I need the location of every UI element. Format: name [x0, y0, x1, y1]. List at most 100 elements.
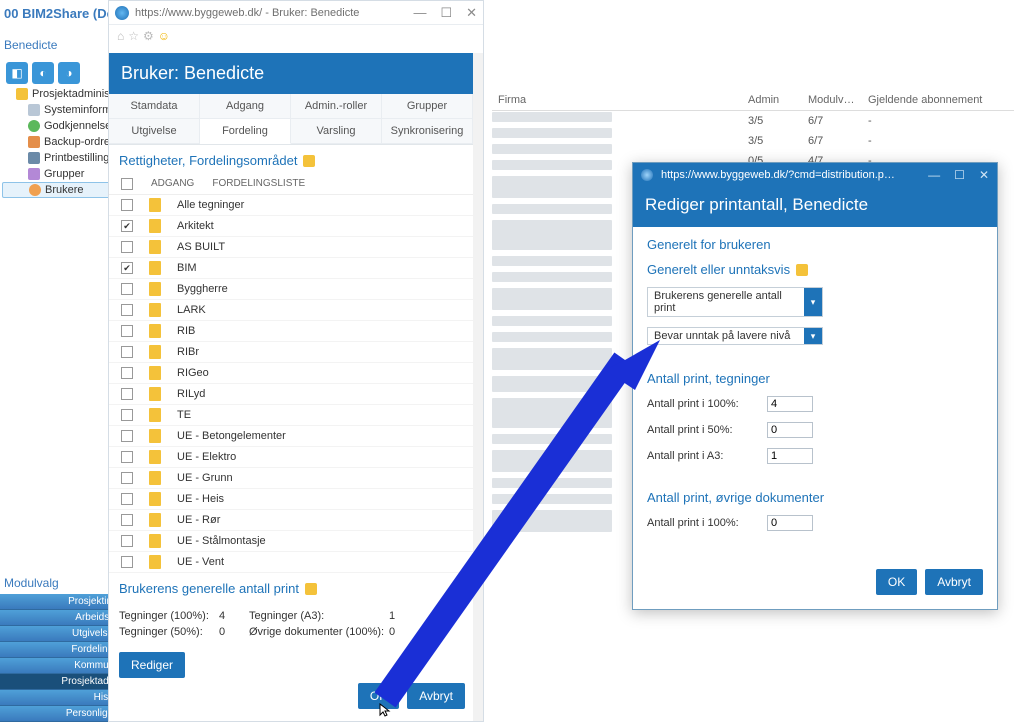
row-checkbox[interactable] [121, 535, 133, 547]
toolbar-btn-3[interactable]: ◑ [58, 62, 80, 84]
toolbar-btn-1[interactable]: ◧ [6, 62, 28, 84]
globe-icon [29, 184, 41, 196]
list-row[interactable]: UE - Betongelementer [109, 426, 473, 447]
chevron-down-icon[interactable]: ▾ [804, 288, 822, 316]
folder-icon [149, 324, 161, 338]
row-label: LARK [177, 304, 206, 316]
folder-icon [149, 387, 161, 401]
avbryt-button[interactable]: Avbryt [407, 683, 465, 709]
tab-adgang[interactable]: Adgang [200, 94, 291, 119]
input-ovr-100[interactable] [767, 515, 813, 531]
list-row[interactable]: UE - Vent [109, 552, 473, 573]
dialog-scrollbar[interactable] [473, 53, 483, 721]
help-icon[interactable] [796, 264, 808, 276]
list-row[interactable]: RIB [109, 321, 473, 342]
print-dialog-titlebar[interactable]: https://www.byggeweb.dk/?cmd=distributio… [633, 163, 997, 187]
header-checkbox[interactable] [121, 178, 133, 190]
dialog-titlebar[interactable]: https://www.byggeweb.dk/ - Bruker: Bened… [109, 1, 483, 25]
row-checkbox[interactable] [121, 304, 133, 316]
list-row[interactable]: UE - Stålmontasje [109, 531, 473, 552]
folder-icon [149, 471, 161, 485]
label-50: Antall print i 50%: [647, 424, 757, 436]
row-checkbox[interactable] [121, 388, 133, 400]
gear-small-icon[interactable]: ⚙ [143, 29, 154, 43]
minimize-icon[interactable]: — [928, 168, 940, 182]
row-checkbox[interactable] [121, 451, 133, 463]
star-icon[interactable]: ☆ [128, 29, 139, 43]
col-admin[interactable]: Admin [748, 94, 808, 106]
list-row[interactable]: LARK [109, 300, 473, 321]
list-row[interactable]: UE - Heis [109, 489, 473, 510]
input-a3[interactable] [767, 448, 813, 464]
tab-synkronisering[interactable]: Synkronisering [382, 119, 473, 144]
tab-varsling[interactable]: Varsling [291, 119, 382, 144]
row-checkbox[interactable] [121, 409, 133, 421]
list-row[interactable]: ✔ BIM [109, 258, 473, 279]
ie-icon [115, 6, 129, 20]
tab-utgivelse[interactable]: Utgivelse [109, 119, 200, 144]
row-checkbox[interactable] [121, 199, 133, 211]
chevron-down-icon[interactable]: ▾ [804, 328, 822, 344]
col-firma[interactable]: Firma [498, 94, 748, 106]
folder-icon [149, 513, 161, 527]
list-row[interactable]: UE - Rør [109, 510, 473, 531]
print-ok-button[interactable]: OK [876, 569, 917, 595]
list-header: ADGANG FORDELINGSLISTE [109, 174, 473, 195]
row-checkbox[interactable] [121, 430, 133, 442]
list-row[interactable]: Alle tegninger [109, 195, 473, 216]
row-checkbox[interactable]: ✔ [121, 262, 133, 274]
row-checkbox[interactable] [121, 472, 133, 484]
row-checkbox[interactable] [121, 493, 133, 505]
list-row[interactable]: UE - Elektro [109, 447, 473, 468]
dialog-header: Bruker: Benedicte [109, 53, 473, 94]
list-row[interactable]: UE - Grunn [109, 468, 473, 489]
print-avbryt-button[interactable]: Avbryt [925, 569, 983, 595]
folder-icon [149, 261, 161, 275]
tab-grupper[interactable]: Grupper [382, 94, 473, 119]
col-modul[interactable]: Modulv… [808, 94, 868, 106]
tab-admin-roller[interactable]: Admin.-roller [291, 94, 382, 119]
doc-icon [28, 136, 40, 148]
list-row[interactable]: RILyd [109, 384, 473, 405]
home-icon[interactable]: ⌂ [117, 29, 124, 43]
row-checkbox[interactable] [121, 514, 133, 526]
minimize-icon[interactable]: — [413, 5, 426, 21]
list-row[interactable]: AS BUILT [109, 237, 473, 258]
row-label: UE - Stålmontasje [177, 535, 266, 547]
row-checkbox[interactable] [121, 325, 133, 337]
smiley-icon[interactable]: ☺ [158, 29, 170, 43]
list-row[interactable]: ✔Arkitekt [109, 216, 473, 237]
close-icon[interactable]: ✕ [466, 5, 477, 21]
col-abon[interactable]: Gjeldende abonnement [868, 94, 1008, 106]
tab-fordeling[interactable]: Fordeling [200, 119, 291, 144]
list-row[interactable]: TE [109, 405, 473, 426]
toolbar-btn-2[interactable]: ◐ [32, 62, 54, 84]
list-row[interactable]: RIGeo [109, 363, 473, 384]
list-row[interactable]: Byggherre [109, 279, 473, 300]
rediger-button[interactable]: Rediger [119, 652, 185, 678]
tab-stamdata[interactable]: Stamdata [109, 94, 200, 119]
maximize-icon[interactable]: ☐ [440, 5, 452, 21]
folder-icon [149, 408, 161, 422]
input-100[interactable] [767, 396, 813, 412]
row-label: Byggherre [177, 283, 228, 295]
select-generelle[interactable]: Brukerens generelle antall print▾ [647, 287, 823, 317]
list-row[interactable]: RIBr [109, 342, 473, 363]
select-bevar[interactable]: Bevar unntak på lavere nivå▾ [647, 327, 823, 345]
input-50[interactable] [767, 422, 813, 438]
help-icon[interactable] [305, 583, 317, 595]
current-user: Benedicte [4, 38, 57, 52]
row-checkbox[interactable]: ✔ [121, 220, 133, 232]
help-icon[interactable] [303, 155, 315, 167]
row-label: BIM [177, 262, 197, 274]
folder-icon [149, 534, 161, 548]
row-label: RIBr [177, 346, 199, 358]
row-checkbox[interactable] [121, 283, 133, 295]
maximize-icon[interactable]: ☐ [954, 168, 965, 182]
row-checkbox[interactable] [121, 346, 133, 358]
row-checkbox[interactable] [121, 241, 133, 253]
row-checkbox[interactable] [121, 556, 133, 568]
row-checkbox[interactable] [121, 367, 133, 379]
close-icon[interactable]: ✕ [979, 168, 989, 182]
print-summary: Tegninger (100%):4Tegninger (A3):1 Tegni… [109, 602, 473, 646]
